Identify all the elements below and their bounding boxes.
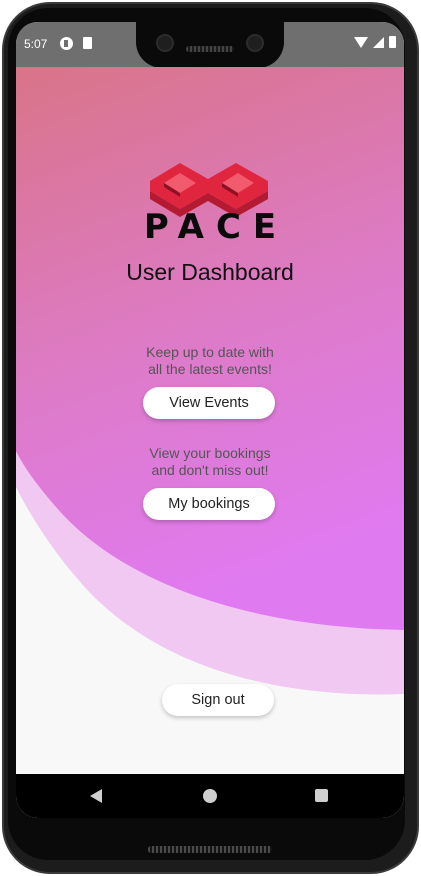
status-time: 5:07 xyxy=(24,37,48,51)
sign-out-button[interactable]: Sign out xyxy=(162,684,274,716)
back-triangle-icon[interactable] xyxy=(90,789,102,803)
page-title: User Dashboard xyxy=(126,259,294,285)
wifi-icon xyxy=(354,36,368,48)
bookings-caption: View your bookings and don't miss out! xyxy=(110,445,310,479)
battery-icon xyxy=(389,36,396,48)
signal-icon xyxy=(373,36,384,48)
recents-square-icon[interactable] xyxy=(315,789,328,802)
device: 5:07 PACE User Dashboard Keep up to date… xyxy=(0,0,421,876)
bookings-caption-line: and don't miss out! xyxy=(151,462,269,478)
dashboard-screen: PACE User Dashboard Keep up to date with… xyxy=(16,67,404,774)
camera-notch xyxy=(136,22,284,68)
events-caption-line: all the latest events! xyxy=(148,361,272,377)
notification-icon xyxy=(60,37,73,50)
navigation-bar xyxy=(16,774,404,818)
view-events-button[interactable]: View Events xyxy=(143,387,275,419)
status-indicators xyxy=(354,36,396,48)
front-camera-icon xyxy=(156,34,174,52)
events-caption-line: Keep up to date with xyxy=(146,344,274,360)
brand-name: PACE xyxy=(143,207,289,247)
front-camera-icon xyxy=(246,34,264,52)
my-bookings-button[interactable]: My bookings xyxy=(143,488,275,520)
sd-card-icon xyxy=(83,37,92,49)
events-caption: Keep up to date with all the latest even… xyxy=(110,344,310,378)
home-circle-icon[interactable] xyxy=(203,789,217,803)
bookings-caption-line: View your bookings xyxy=(149,445,271,461)
earpiece-speaker xyxy=(186,46,234,52)
screen: 5:07 PACE User Dashboard Keep up to date… xyxy=(16,22,404,818)
bottom-speaker-grill xyxy=(148,846,272,853)
